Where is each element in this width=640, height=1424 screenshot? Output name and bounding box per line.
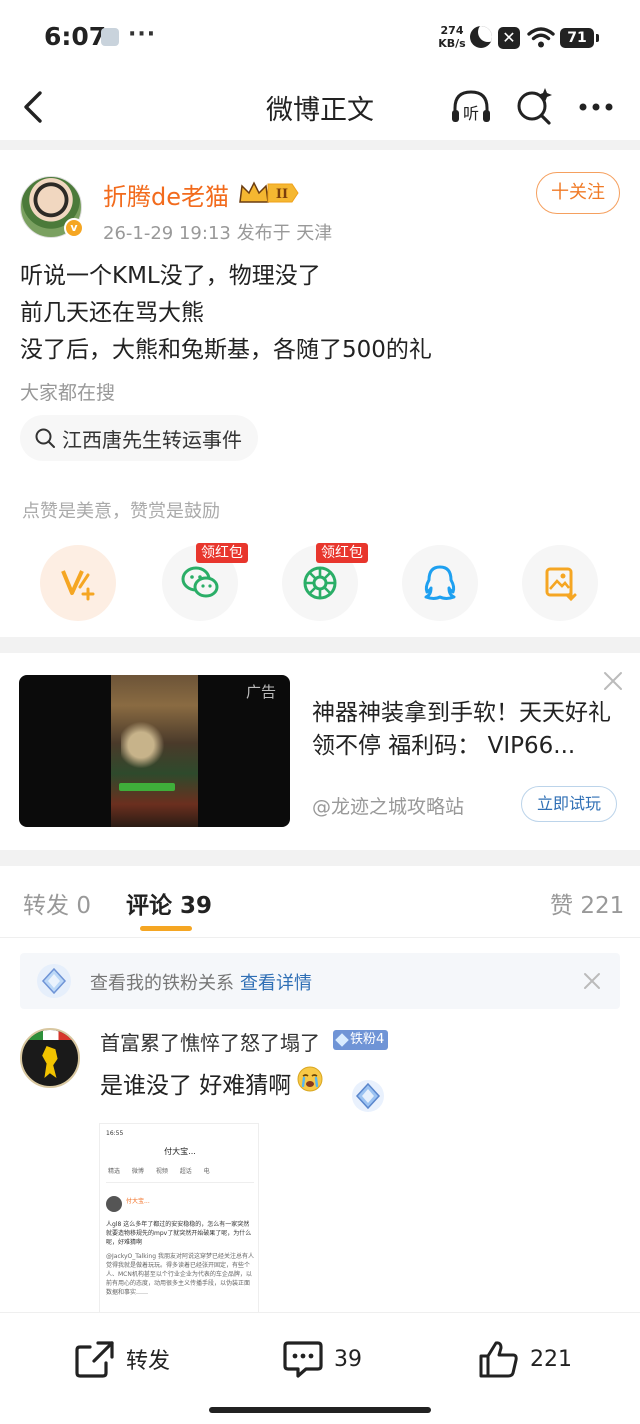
repost-button[interactable]: 转发 xyxy=(74,1339,170,1379)
tab-divider xyxy=(0,937,640,938)
repost-label: 转发 xyxy=(126,1349,171,1374)
tab-comments[interactable]: 评论 39 xyxy=(126,886,212,920)
post-text: 听说一个KML没了，物理没了 前几天还在骂大熊 没了后，大熊和兔斯基，各随了50… xyxy=(20,258,432,369)
try-now-button[interactable]: 立即试玩 xyxy=(521,786,617,822)
network-speed-value: 274 xyxy=(440,24,464,37)
more-options-icon[interactable] xyxy=(578,102,614,112)
status-time: 6:07 xyxy=(44,22,107,51)
close-icon[interactable] xyxy=(582,971,602,991)
like-button[interactable]: 221 xyxy=(478,1339,572,1379)
status-bar: 6:07 ··· 274 KB/s ✕ 71 xyxy=(0,0,640,76)
listen-glyph: 听 xyxy=(463,104,479,123)
nav-bar: 微博正文 听 xyxy=(0,76,640,138)
search-icon xyxy=(35,428,55,448)
battery-indicator: 71 xyxy=(560,28,599,48)
diamond-icon xyxy=(335,1033,349,1047)
close-icon[interactable] xyxy=(602,670,624,692)
share-icon xyxy=(75,1341,114,1378)
post-line: 前几天还在骂大熊 xyxy=(20,300,204,326)
comment-count: 39 xyxy=(334,1346,362,1372)
diamond-icon xyxy=(37,964,71,998)
comment-text: 是谁没了 好难猜啊 xyxy=(100,1073,292,1099)
network-speed-unit: KB/s xyxy=(438,37,466,50)
fan-relation-text: 查看我的铁粉关系 查看详情 xyxy=(90,969,312,995)
reward-button[interactable] xyxy=(40,545,116,621)
section-divider xyxy=(0,637,640,653)
section-divider xyxy=(0,140,640,150)
save-image-icon xyxy=(545,567,577,602)
post-line: 听说一个KML没了，物理没了 xyxy=(20,263,321,289)
fan-relation-label: 查看我的铁粉关系 xyxy=(90,973,234,994)
tab-repost[interactable]: 转发 0 xyxy=(23,886,91,920)
like-count: 221 xyxy=(530,1346,572,1372)
follow-button[interactable]: 十关注 xyxy=(536,172,620,214)
crying-emoji-icon xyxy=(297,1066,323,1092)
home-indicator[interactable] xyxy=(209,1407,431,1413)
fan-level-text: 铁粉4 xyxy=(350,1032,385,1047)
fan-details-link[interactable]: 查看详情 xyxy=(240,973,312,994)
wechat-icon xyxy=(181,566,219,598)
tab-likes-label: 赞 xyxy=(550,893,573,919)
ad-label: 广告 xyxy=(246,683,277,701)
status-more-icon: ··· xyxy=(128,22,157,47)
save-image-button[interactable] xyxy=(522,545,598,621)
qq-icon xyxy=(424,565,456,600)
vip-crown-icon[interactable]: II xyxy=(238,180,300,206)
comment-image-title: 付大宝... xyxy=(164,1147,196,1156)
moments-icon xyxy=(303,566,337,600)
no-sim-icon: ✕ xyxy=(498,27,520,49)
fan-level-badge: 铁粉4 xyxy=(333,1030,389,1050)
comment-image[interactable]: 16:55 付大宝... 精选 微博 视频 超话 电 付大宝... 人gl8 这… xyxy=(99,1123,259,1313)
trending-search-chip[interactable]: 江西唐先生转运事件 xyxy=(20,415,258,461)
comment-image-name: 付大宝... xyxy=(126,1198,150,1205)
share-qq-button[interactable] xyxy=(402,545,478,621)
comment-icon xyxy=(283,1341,323,1378)
comment-image-quote: @JackyO_Talking 我朋友对阿说这穿梦已经关注总有人觉得我就是做着玩… xyxy=(106,1253,254,1296)
tab-repost-label: 转发 xyxy=(23,893,69,919)
network-speed: 274 KB/s xyxy=(436,24,468,50)
verified-badge-icon: v xyxy=(64,218,84,238)
listen-icon[interactable]: 听 xyxy=(449,86,493,126)
ad-game-screenshot xyxy=(111,675,198,827)
ad-title[interactable]: 神器神装拿到手软！天天好礼领不停 福利码： VIP66... xyxy=(312,697,612,763)
post-line: 没了后，大熊和兔斯基，各随了500的礼 xyxy=(20,337,432,363)
comment-image-status: 16:55 xyxy=(106,1130,124,1137)
notification-app-icon xyxy=(101,28,119,46)
search-sparkle-icon[interactable] xyxy=(514,86,554,126)
vip-level: II xyxy=(276,187,288,202)
tab-comments-count: 39 xyxy=(180,893,213,919)
tab-likes-count: 221 xyxy=(580,893,625,919)
section-divider xyxy=(0,850,640,866)
do-not-disturb-icon xyxy=(470,26,492,48)
thumbs-up-icon xyxy=(479,1341,518,1378)
reward-hint: 点赞是美意，赞赏是鼓励 xyxy=(22,501,220,522)
diamond-sticker-icon xyxy=(352,1080,384,1112)
post-meta: 26-1-29 19:13 发布于 天津 xyxy=(103,223,333,244)
red-packet-tag: 领红包 xyxy=(316,543,368,563)
comment-image-text: 人gl8 这么多年了都过的安安稳稳的，怎么有一家突然就要造物移规先的mpv了就突… xyxy=(106,1221,252,1246)
tab-comments-label: 评论 xyxy=(126,893,172,919)
active-tab-indicator xyxy=(140,926,192,931)
fan-relation-bar[interactable]: 查看我的铁粉关系 查看详情 xyxy=(20,953,620,1009)
wifi-icon xyxy=(527,27,555,48)
red-packet-tag: 领红包 xyxy=(196,543,248,563)
comment-image-avatar xyxy=(106,1196,122,1212)
commenter-avatar[interactable] xyxy=(20,1028,80,1088)
comment-button[interactable]: 39 xyxy=(282,1339,362,1379)
commenter-name[interactable]: 首富累了憔悴了怒了塌了 xyxy=(100,1027,320,1056)
trending-search-text: 江西唐先生转运事件 xyxy=(62,427,242,452)
ad-source[interactable]: @龙迹之城攻略站 xyxy=(312,792,464,819)
comment-image-divider xyxy=(106,1182,254,1183)
comment-image-tabs: 精选 微博 视频 超话 电 xyxy=(108,1168,210,1175)
tab-likes[interactable]: 赞 221 xyxy=(550,886,624,920)
trending-search-label: 大家都在搜 xyxy=(20,382,116,404)
tab-repost-count: 0 xyxy=(76,893,91,919)
reward-icon xyxy=(61,570,95,601)
author-name[interactable]: 折腾de老猫 xyxy=(103,177,229,212)
